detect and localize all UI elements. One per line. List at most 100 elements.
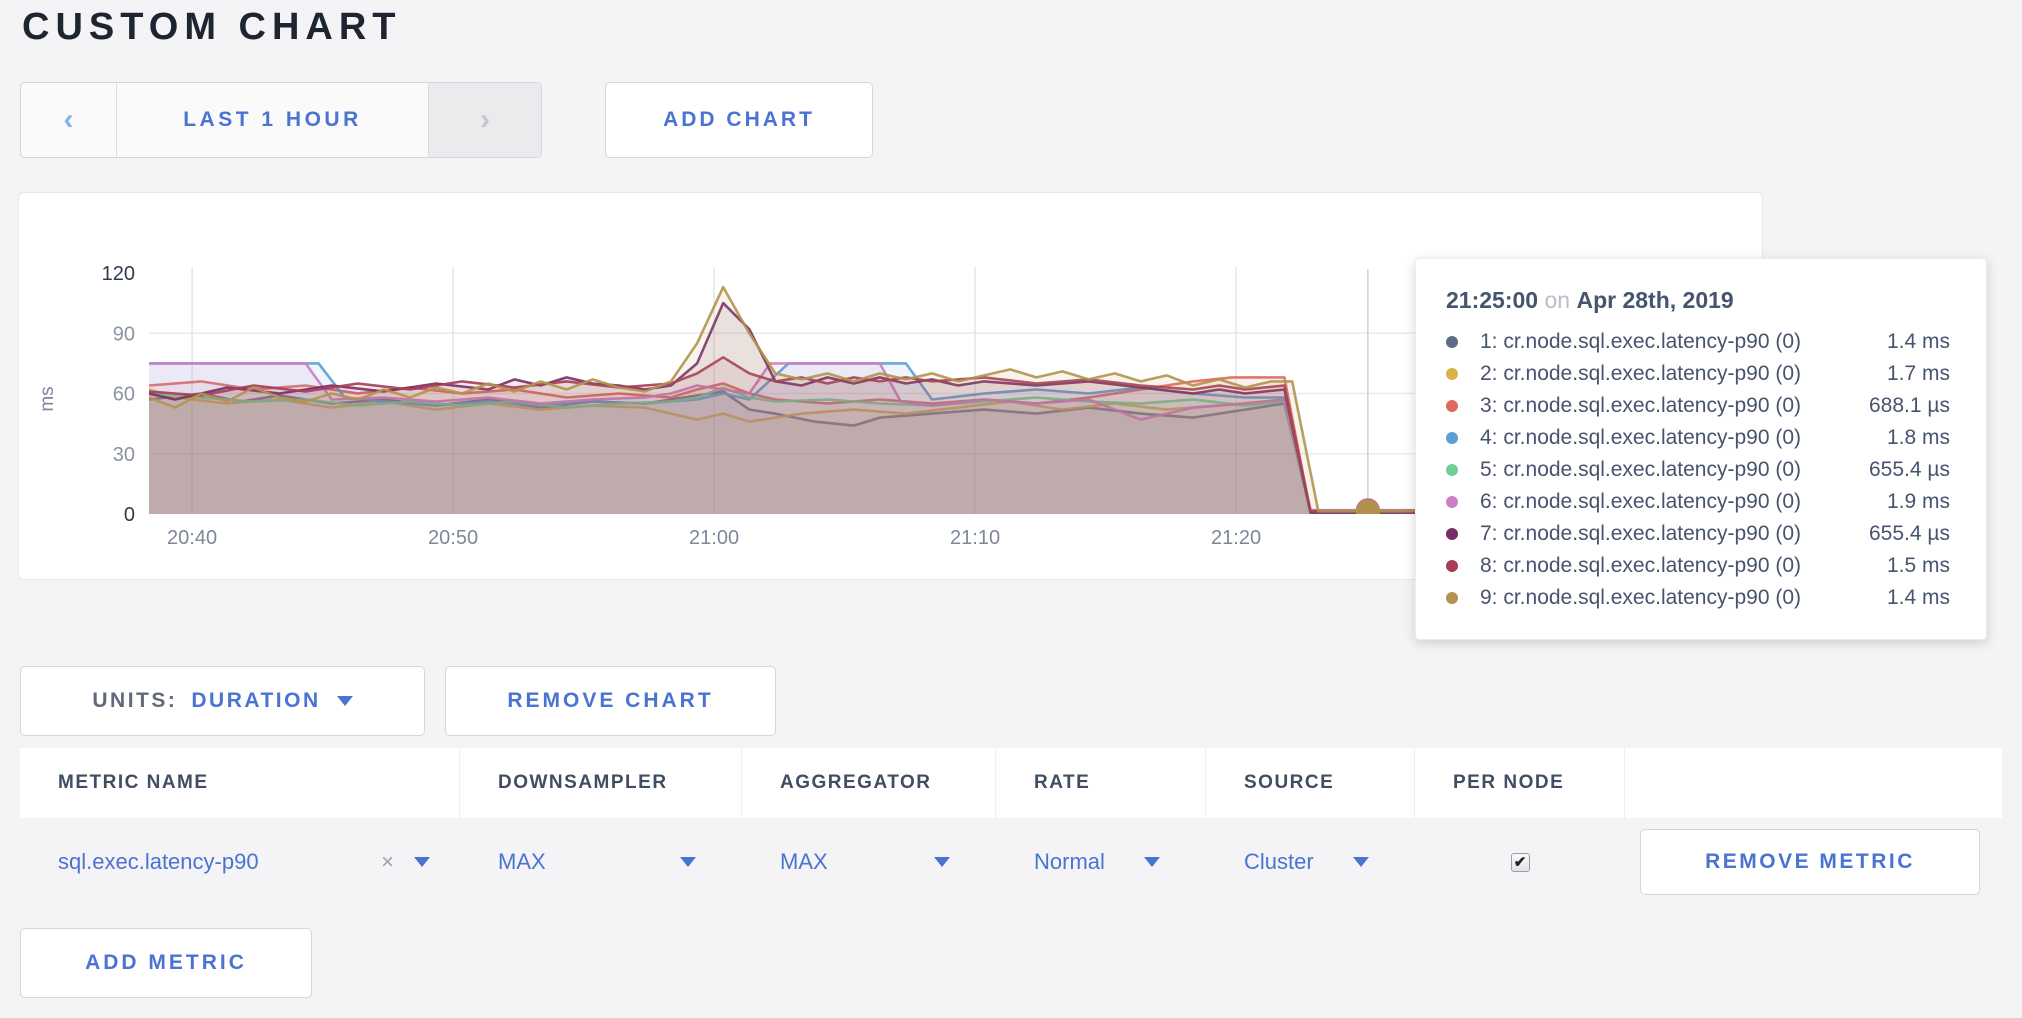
svg-text:120: 120 — [102, 263, 135, 285]
tooltip-series-row: 1: cr.node.sql.exec.latency-p90 (0)1.4 m… — [1446, 326, 1950, 358]
series-value: 1.4 ms — [1887, 586, 1950, 610]
metrics-table-header: METRIC NAME DOWNSAMPLER AGGREGATOR RATE … — [20, 748, 2002, 818]
series-value: 1.7 ms — [1887, 362, 1950, 386]
add-metric-button[interactable]: ADD METRIC — [20, 928, 312, 998]
tooltip-series-row: 4: cr.node.sql.exec.latency-p90 (0)1.8 m… — [1446, 422, 1950, 454]
caret-down-icon — [680, 857, 696, 867]
units-dropdown[interactable]: UNITS: DURATION — [20, 666, 425, 736]
tooltip-series-row: 5: cr.node.sql.exec.latency-p90 (0)655.4… — [1446, 454, 1950, 486]
source-dropdown[interactable]: Cluster — [1206, 849, 1415, 875]
svg-text:60: 60 — [113, 384, 135, 406]
remove-metric-button[interactable]: REMOVE METRIC — [1640, 829, 1980, 895]
svg-text:0: 0 — [124, 504, 135, 526]
aggregator-dropdown[interactable]: MAX — [742, 849, 996, 875]
column-header-metric-name: METRIC NAME — [20, 748, 460, 818]
series-value: 1.4 ms — [1887, 330, 1950, 354]
tooltip-date: Apr 28th, 2019 — [1576, 287, 1733, 313]
tooltip-series-list: 1: cr.node.sql.exec.latency-p90 (0)1.4 m… — [1446, 326, 1950, 614]
time-range-dropdown[interactable]: LAST 1 HOUR — [117, 83, 429, 157]
tooltip-series-row: 6: cr.node.sql.exec.latency-p90 (0)1.9 m… — [1446, 486, 1950, 518]
per-node-checkbox[interactable]: ✔ — [1511, 853, 1530, 872]
tooltip-series-row: 2: cr.node.sql.exec.latency-p90 (0)1.7 m… — [1446, 358, 1950, 390]
series-label: 7: cr.node.sql.exec.latency-p90 (0) — [1480, 522, 1869, 546]
series-color-dot-icon — [1446, 496, 1458, 508]
series-value: 688.1 µs — [1869, 394, 1950, 418]
series-label: 6: cr.node.sql.exec.latency-p90 (0) — [1480, 490, 1887, 514]
svg-text:ms: ms — [37, 386, 58, 411]
time-range-prev-button[interactable]: ‹ — [21, 83, 117, 157]
tooltip-time: 21:25:00 — [1446, 287, 1538, 313]
clear-metric-icon[interactable]: × — [381, 849, 394, 875]
downsampler-value: MAX — [498, 849, 546, 875]
svg-text:20:40: 20:40 — [167, 527, 217, 549]
caret-down-icon — [337, 696, 353, 706]
column-header-aggregator: AGGREGATOR — [742, 748, 996, 818]
chart-controls: UNITS: DURATION REMOVE CHART — [20, 666, 776, 736]
time-range-label: LAST 1 HOUR — [183, 108, 362, 132]
metric-caret-down-icon[interactable] — [414, 857, 430, 867]
column-header-actions — [1625, 748, 2002, 818]
series-color-dot-icon — [1446, 560, 1458, 572]
series-label: 2: cr.node.sql.exec.latency-p90 (0) — [1480, 362, 1887, 386]
series-color-dot-icon — [1446, 336, 1458, 348]
svg-text:21:00: 21:00 — [689, 527, 739, 549]
metric-name-cell: sql.exec.latency-p90 × — [20, 849, 460, 875]
svg-text:90: 90 — [113, 323, 135, 345]
tooltip-series-row: 9: cr.node.sql.exec.latency-p90 (0)1.4 m… — [1446, 582, 1950, 614]
per-node-cell: ✔ — [1415, 853, 1625, 872]
rate-value: Normal — [1034, 849, 1105, 875]
tooltip-on-word: on — [1544, 287, 1576, 313]
series-value: 1.5 ms — [1887, 554, 1950, 578]
page-title: CUSTOM CHART — [22, 6, 402, 49]
series-label: 3: cr.node.sql.exec.latency-p90 (0) — [1480, 394, 1869, 418]
time-range-next-button[interactable]: › — [429, 83, 541, 157]
chevron-right-icon: › — [480, 105, 490, 135]
svg-text:21:20: 21:20 — [1211, 527, 1261, 549]
aggregator-value: MAX — [780, 849, 828, 875]
caret-down-icon — [1353, 857, 1369, 867]
series-label: 5: cr.node.sql.exec.latency-p90 (0) — [1480, 458, 1869, 482]
column-header-rate: RATE — [996, 748, 1206, 818]
caret-down-icon — [1144, 857, 1160, 867]
column-header-downsampler: DOWNSAMPLER — [460, 748, 742, 818]
metric-row: sql.exec.latency-p90 × MAX MAX Normal Cl… — [20, 818, 2002, 906]
series-label: 9: cr.node.sql.exec.latency-p90 (0) — [1480, 586, 1887, 610]
downsampler-dropdown[interactable]: MAX — [460, 849, 742, 875]
series-value: 655.4 µs — [1869, 522, 1950, 546]
source-value: Cluster — [1244, 849, 1314, 875]
units-label: UNITS: — [92, 689, 177, 713]
chevron-left-icon: ‹ — [64, 105, 74, 135]
series-value: 655.4 µs — [1869, 458, 1950, 482]
tooltip-series-row: 7: cr.node.sql.exec.latency-p90 (0)655.4… — [1446, 518, 1950, 550]
series-label: 8: cr.node.sql.exec.latency-p90 (0) — [1480, 554, 1887, 578]
series-value: 1.9 ms — [1887, 490, 1950, 514]
add-chart-button[interactable]: ADD CHART — [605, 82, 873, 158]
series-label: 1: cr.node.sql.exec.latency-p90 (0) — [1480, 330, 1887, 354]
metrics-table: METRIC NAME DOWNSAMPLER AGGREGATOR RATE … — [20, 748, 2002, 906]
rate-dropdown[interactable]: Normal — [996, 849, 1206, 875]
metric-actions-cell: REMOVE METRIC — [1625, 829, 2002, 895]
units-value: DURATION — [191, 689, 320, 713]
custom-chart-page: CUSTOM CHART ‹ LAST 1 HOUR › ADD CHART 0… — [0, 0, 2022, 1018]
remove-chart-button[interactable]: REMOVE CHART — [445, 666, 776, 736]
svg-text:20:50: 20:50 — [428, 527, 478, 549]
series-color-dot-icon — [1446, 368, 1458, 380]
series-color-dot-icon — [1446, 400, 1458, 412]
metric-name-value[interactable]: sql.exec.latency-p90 — [58, 849, 259, 875]
svg-text:21:10: 21:10 — [950, 527, 1000, 549]
chart-crosshair — [1357, 269, 1379, 524]
chart-hover-tooltip: 21:25:00 on Apr 28th, 2019 1: cr.node.sq… — [1415, 258, 1987, 640]
series-label: 4: cr.node.sql.exec.latency-p90 (0) — [1480, 426, 1887, 450]
caret-down-icon — [934, 857, 950, 867]
series-color-dot-icon — [1446, 432, 1458, 444]
tooltip-timestamp: 21:25:00 on Apr 28th, 2019 — [1446, 287, 1950, 314]
series-color-dot-icon — [1446, 592, 1458, 604]
svg-text:30: 30 — [113, 444, 135, 466]
time-range-control: ‹ LAST 1 HOUR › — [20, 82, 542, 158]
column-header-source: SOURCE — [1206, 748, 1415, 818]
column-header-per-node: PER NODE — [1415, 748, 1625, 818]
series-value: 1.8 ms — [1887, 426, 1950, 450]
series-color-dot-icon — [1446, 528, 1458, 540]
series-color-dot-icon — [1446, 464, 1458, 476]
tooltip-series-row: 3: cr.node.sql.exec.latency-p90 (0)688.1… — [1446, 390, 1950, 422]
